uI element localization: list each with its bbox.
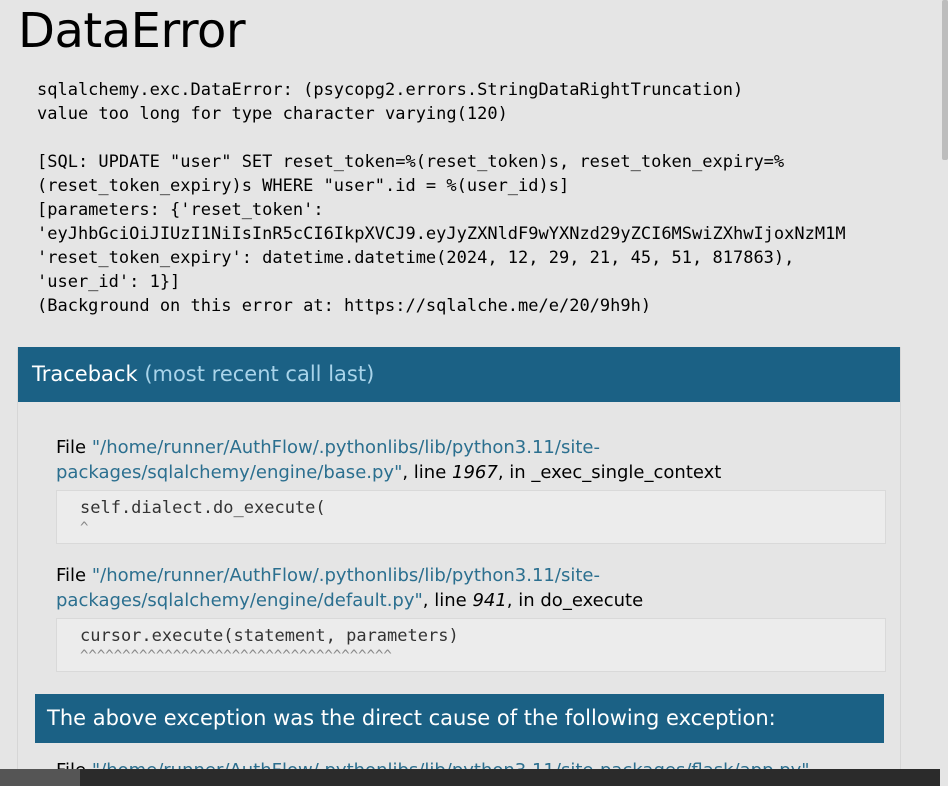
file-prefix: File xyxy=(56,437,92,458)
frame-function: _exec_single_context xyxy=(531,462,722,483)
line-prefix: , line xyxy=(402,462,452,483)
code-caret: ^ xyxy=(80,520,89,536)
traceback-frame[interactable]: File "/home/runner/AuthFlow/.pythonlibs/… xyxy=(56,563,886,672)
vertical-scrollbar[interactable] xyxy=(942,0,948,786)
error-message: sqlalchemy.exc.DataError: (psycopg2.erro… xyxy=(37,80,846,316)
frame-file-line: File "/home/runner/AuthFlow/.pythonlibs/… xyxy=(56,563,886,613)
in-prefix: , in xyxy=(497,462,532,483)
error-page: DataError sqlalchemy.exc.DataError: (psy… xyxy=(0,0,948,786)
horizontal-scrollbar[interactable] xyxy=(0,769,940,786)
file-prefix: File xyxy=(56,565,92,586)
exception-cause-banner: The above exception was the direct cause… xyxy=(35,694,884,743)
code-line: cursor.execute(statement, parameters) xyxy=(80,626,459,646)
in-prefix: , in xyxy=(506,590,541,611)
frame-lineno: 941 xyxy=(472,590,507,611)
line-prefix: , line xyxy=(422,590,473,611)
frame-file-line: File "/home/runner/AuthFlow/.pythonlibs/… xyxy=(56,435,886,485)
frame-source-code[interactable]: self.dialect.do_execute( ^ xyxy=(56,490,886,544)
traceback-sub-label: (most recent call last) xyxy=(144,362,375,386)
traceback-header[interactable]: Traceback (most recent call last) xyxy=(18,347,900,402)
traceback-panel: Traceback (most recent call last) File "… xyxy=(17,347,901,786)
vertical-scrollbar-thumb[interactable] xyxy=(942,0,948,160)
frame-function: do_execute xyxy=(540,590,644,611)
frame-source-code[interactable]: cursor.execute(statement, parameters) ^^^… xyxy=(56,618,886,672)
page-title: DataError xyxy=(18,3,246,59)
frame-lineno: 1967 xyxy=(452,462,498,483)
horizontal-scrollbar-thumb[interactable] xyxy=(0,769,80,786)
code-caret: ^^^^^^^^^^^^^^^^^^^^^^^^^^^^^^^^^^^^^ xyxy=(80,648,392,664)
traceback-label: Traceback xyxy=(32,362,138,386)
code-line: self.dialect.do_execute( xyxy=(80,498,326,518)
traceback-frame[interactable]: File "/home/runner/AuthFlow/.pythonlibs/… xyxy=(56,435,886,544)
